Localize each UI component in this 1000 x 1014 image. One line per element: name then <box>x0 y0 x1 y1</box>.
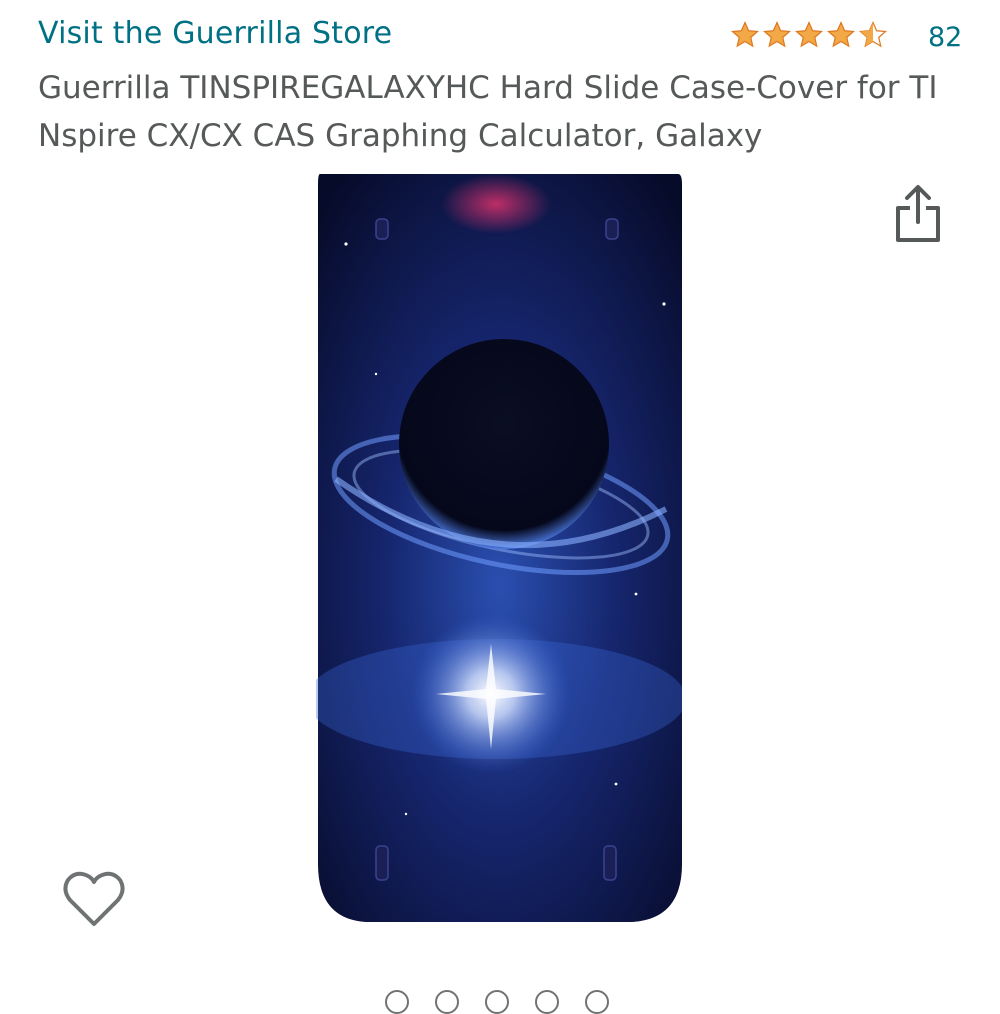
carousel-dot[interactable] <box>585 990 609 1014</box>
rating-count[interactable]: 82 <box>928 22 962 53</box>
star-full-icon <box>762 20 792 48</box>
star-full-icon <box>730 20 760 48</box>
rating-stars <box>730 20 888 50</box>
carousel-dot[interactable] <box>535 990 559 1014</box>
product-title: Guerrilla TINSPIREGALAXYHC Hard Slide Ca… <box>38 70 938 154</box>
heart-icon[interactable] <box>62 868 126 930</box>
carousel-dot[interactable] <box>435 990 459 1014</box>
star-full-icon <box>826 20 856 48</box>
star-full-icon <box>794 20 824 48</box>
carousel-dots <box>385 990 609 1014</box>
star-rating[interactable] <box>730 20 888 50</box>
carousel-dot[interactable] <box>385 990 409 1014</box>
share-icon[interactable] <box>890 182 946 246</box>
star-half-icon <box>858 20 888 48</box>
carousel-dot[interactable] <box>485 990 509 1014</box>
visit-store-link[interactable]: Visit the Guerrilla Store <box>38 16 392 51</box>
product-image[interactable] <box>316 174 682 924</box>
